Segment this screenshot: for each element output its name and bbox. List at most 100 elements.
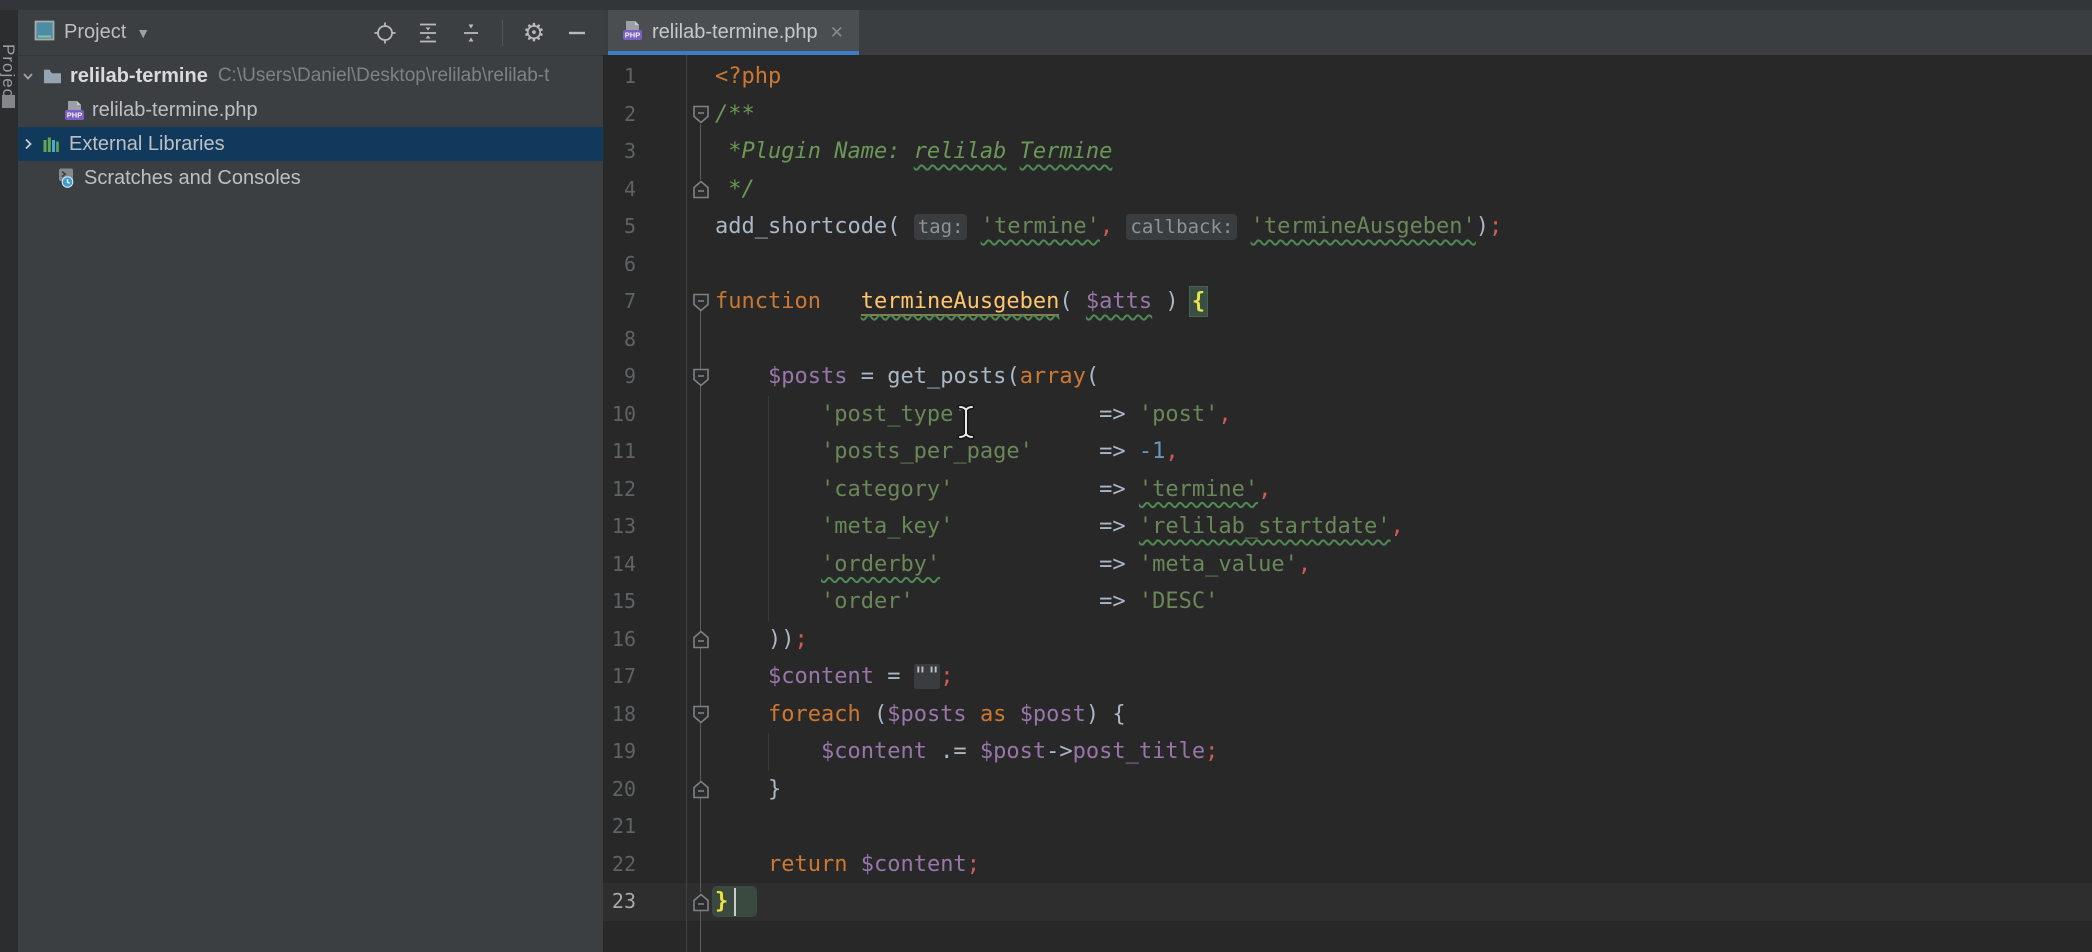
code-text: function termineAusgeben( $atts ) { — [715, 283, 1205, 321]
fold-collapse-icon[interactable] — [692, 105, 710, 129]
fold-collapse-icon[interactable] — [692, 368, 710, 392]
line-number[interactable]: 6 — [603, 246, 688, 284]
close-icon[interactable]: ✕ — [830, 23, 844, 43]
line-number[interactable]: 5 — [603, 208, 688, 246]
code-text: *Plugin Name: relilab Termine — [715, 133, 1112, 171]
fold-end-icon[interactable] — [692, 780, 710, 804]
code-line-14[interactable]: 14 'orderby' => 'meta_value', — [603, 546, 2092, 584]
code-text: $content = ""; — [715, 658, 953, 696]
line-number[interactable]: 19 — [603, 733, 688, 771]
line-number[interactable]: 16 — [603, 621, 688, 659]
code-line-16[interactable]: 16 )); — [603, 621, 2092, 659]
code-line-6[interactable]: 6 — [603, 246, 2092, 284]
expand-all-icon[interactable] — [416, 21, 440, 45]
line-number[interactable]: 15 — [603, 583, 688, 621]
fold-collapse-icon[interactable] — [692, 293, 710, 317]
locate-icon[interactable] — [373, 21, 397, 45]
code-text: 'category' => 'termine', — [715, 471, 1271, 509]
tree-item-external-libraries[interactable]: External Libraries — [18, 127, 603, 161]
code-line-8[interactable]: 8 — [603, 321, 2092, 359]
line-number[interactable]: 23 — [603, 883, 688, 921]
line-number[interactable]: 12 — [603, 471, 688, 509]
code-line-5[interactable]: 5 add_shortcode( tag: 'termine', callback… — [603, 208, 2092, 246]
code-line-2[interactable]: 2/** — [603, 96, 2092, 134]
php-icon: PHP — [65, 100, 84, 121]
fold-end-icon[interactable] — [692, 630, 710, 654]
line-number[interactable]: 14 — [603, 546, 688, 584]
line-number[interactable]: 4 — [603, 171, 688, 209]
line-number[interactable]: 18 — [603, 696, 688, 734]
fold-collapse-icon[interactable] — [692, 705, 710, 729]
tab-relilab-termine-php[interactable]: PHP relilab-termine.php ✕ — [608, 10, 859, 55]
tree-item-label: relilab-termine.php — [92, 99, 258, 122]
chevron-right-icon[interactable] — [20, 136, 36, 152]
tree-item-relilab-termine-php[interactable]: PHP relilab-termine.php — [18, 93, 603, 127]
tree-item-label: External Libraries — [69, 133, 225, 156]
fold-end-icon[interactable] — [692, 180, 710, 204]
line-number[interactable]: 10 — [603, 396, 688, 434]
code-text: add_shortcode( tag: 'termine', callback:… — [715, 208, 1502, 246]
tree-item-label: Scratches and Consoles — [84, 167, 301, 190]
tool-window-stripe: Project — [0, 10, 19, 952]
svg-text:PHP: PHP — [67, 110, 82, 119]
code-editor[interactable]: 1 <?php2/**3 *Plugin Name: relilab Termin… — [603, 55, 2092, 952]
settings-icon[interactable]: ⚙ — [522, 21, 546, 45]
code-line-20[interactable]: 20 } — [603, 771, 2092, 809]
code-line-17[interactable]: 17 $content = ""; — [603, 658, 2092, 696]
code-line-9[interactable]: 9 $posts = get_posts(array( — [603, 358, 2092, 396]
project-panel: Project ▼ ⚙ relilab-termineC:\Users\Dani… — [18, 10, 603, 952]
line-number[interactable]: 21 — [603, 808, 688, 846]
code-line-1[interactable]: 1 <?php — [603, 58, 2092, 96]
line-number[interactable]: 20 — [603, 771, 688, 809]
code-line-11[interactable]: 11 'posts_per_page' => -1, — [603, 433, 2092, 471]
code-text: 'posts_per_page' => -1, — [715, 433, 1179, 471]
code-line-18[interactable]: 18 foreach ($posts as $post) { — [603, 696, 2092, 734]
project-panel-title[interactable]: Project — [64, 21, 126, 44]
code-line-4[interactable]: 4 */ — [603, 171, 2092, 209]
code-line-10[interactable]: 10 'post_type' => 'post', — [603, 396, 2092, 434]
line-number[interactable]: 2 — [603, 96, 688, 134]
code-line-21[interactable]: 21 — [603, 808, 2092, 846]
collapse-all-icon[interactable] — [459, 21, 483, 45]
code-text: return $content; — [715, 846, 980, 884]
line-number[interactable]: 9 — [603, 358, 688, 396]
code-line-22[interactable]: 22 return $content; — [603, 846, 2092, 884]
code-text: )); — [715, 621, 808, 659]
code-text: foreach ($posts as $post) { — [715, 696, 1126, 734]
code-line-23[interactable]: 23} — [603, 883, 2092, 921]
code-line-3[interactable]: 3 *Plugin Name: relilab Termine — [603, 133, 2092, 171]
editor-tab-bar: PHP relilab-termine.php ✕ — [603, 10, 2092, 56]
line-number[interactable]: 11 — [603, 433, 688, 471]
code-line-15[interactable]: 15 'order' => 'DESC' — [603, 583, 2092, 621]
tree-item-scratches-and-consoles[interactable]: Scratches and Consoles — [18, 161, 603, 195]
line-number[interactable]: 22 — [603, 846, 688, 884]
project-panel-header: Project ▼ ⚙ — [18, 10, 603, 56]
chevron-down-icon[interactable] — [20, 68, 36, 84]
stripe-tool-icon[interactable] — [2, 95, 15, 108]
line-number[interactable]: 8 — [603, 321, 688, 359]
code-text: 'orderby' => 'meta_value', — [715, 546, 1311, 584]
line-number[interactable]: 7 — [603, 283, 688, 321]
tree-item-relilab-termine[interactable]: relilab-termineC:\Users\Daniel\Desktop\r… — [18, 59, 603, 93]
line-number[interactable]: 13 — [603, 508, 688, 546]
chevron-down-icon[interactable]: ▼ — [136, 25, 150, 41]
code-line-13[interactable]: 13 'meta_key' => 'relilab_startdate', — [603, 508, 2092, 546]
tree-item-path: C:\Users\Daniel\Desktop\relilab\relilab-… — [218, 65, 550, 87]
scratches-icon — [57, 168, 76, 188]
fold-end-icon[interactable] — [692, 893, 710, 917]
code-line-12[interactable]: 12 'category' => 'termine', — [603, 471, 2092, 509]
toolbar-divider — [502, 20, 503, 46]
line-number[interactable]: 17 — [603, 658, 688, 696]
code-line-7[interactable]: 7 function termineAusgeben( $atts ) { — [603, 283, 2092, 321]
text-caret — [734, 888, 736, 916]
tab-label: relilab-termine.php — [652, 21, 818, 44]
code-text: <?php — [715, 58, 781, 96]
php-file-icon: PHP — [623, 20, 642, 46]
hide-panel-icon[interactable] — [565, 21, 589, 45]
line-number[interactable]: 3 — [603, 133, 688, 171]
code-line-19[interactable]: 19 $content .= $post->post_title; — [603, 733, 2092, 771]
editor-area: PHP relilab-termine.php ✕ 1 <?php2/**3 *P… — [603, 10, 2092, 952]
folder-icon — [43, 68, 62, 84]
line-number[interactable]: 1 — [603, 58, 688, 96]
code-text: } — [715, 771, 781, 809]
